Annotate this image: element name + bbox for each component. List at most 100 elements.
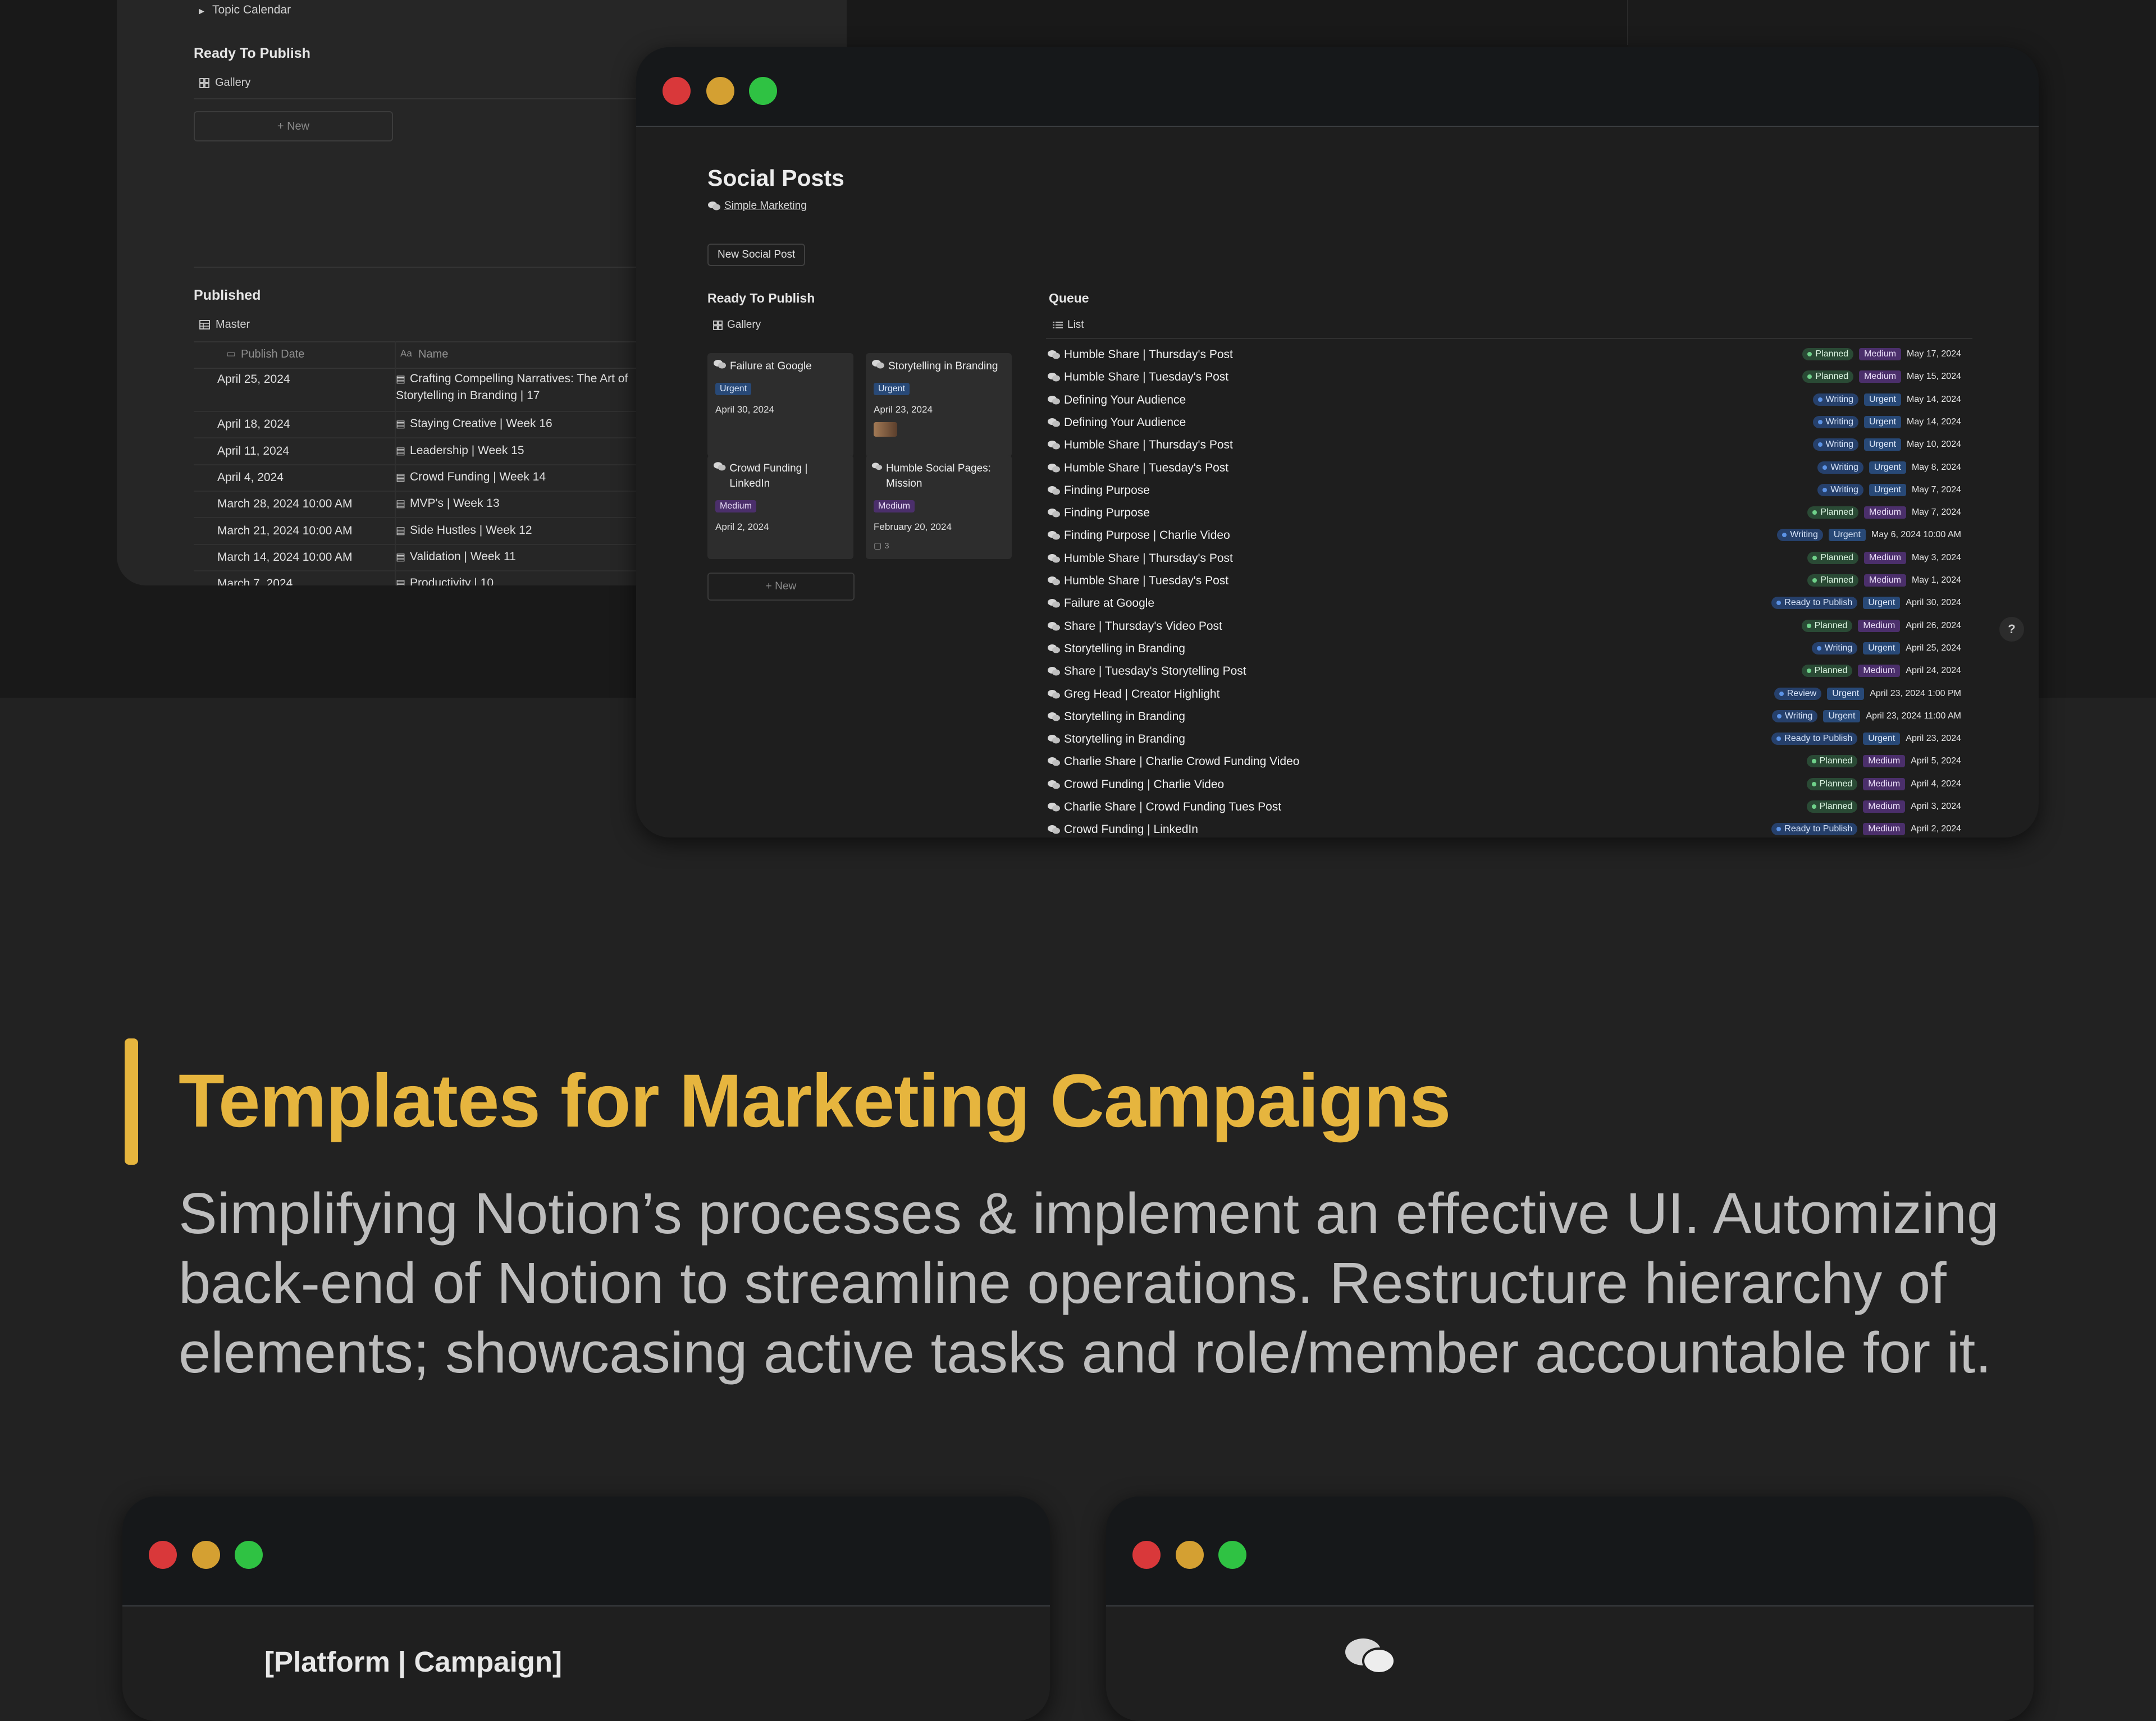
speech-bubbles-icon — [1048, 644, 1060, 653]
speech-bubbles-icon — [1048, 599, 1060, 608]
queue-item[interactable]: Share | Tuesday's Storytelling Post Plann… — [1047, 660, 1961, 683]
queue-item[interactable]: Humble Share | Thursday's Post Planned Med… — [1047, 547, 1961, 570]
minimize-window-button[interactable] — [706, 77, 734, 105]
queue-item[interactable]: Finding Purpose Writing Urgent May 7, 2024 — [1047, 479, 1961, 502]
maximize-window-button[interactable] — [1218, 1541, 1246, 1569]
queue-item[interactable]: Charlie Share | Charlie Crowd Funding Vi… — [1047, 750, 1961, 773]
queue-item[interactable]: Greg Head | Creator Highlight Review Urgen… — [1047, 683, 1961, 706]
name-cell[interactable]: ▤ Leadership | Week 15 — [396, 442, 643, 459]
social-posts-window: Social Posts Simple Marketing New Social… — [636, 47, 2039, 837]
new-social-post-button[interactable]: New Social Post — [707, 244, 806, 266]
status-dot — [1776, 713, 1782, 718]
status-badge: Writing — [1812, 415, 1859, 428]
publish-date: April 25, 2024 — [1906, 643, 1961, 653]
speech-bubbles-icon — [1048, 576, 1060, 585]
close-window-button[interactable] — [149, 1541, 177, 1569]
queue-item[interactable]: Defining Your Audience Writing Urgent May 1… — [1047, 411, 1961, 434]
queue-item[interactable]: Share | Thursday's Video Post Planned Medi… — [1047, 615, 1961, 638]
gallery-card[interactable]: Storytelling in Branding Urgent April 23… — [866, 353, 1012, 457]
priority-badge: Urgent — [1863, 642, 1901, 654]
queue-item[interactable]: Storytelling in Branding Ready to Publish… — [1047, 728, 1961, 750]
queue-item[interactable]: Storytelling in Branding Writing Urgent Apr… — [1047, 638, 1961, 660]
queue-item[interactable]: Humble Share | Tuesday's Post Planned Medi… — [1047, 366, 1961, 388]
gallery-card[interactable]: Failure at Google Urgent April 30, 2024 — [707, 353, 853, 457]
accent-bar — [125, 1038, 138, 1165]
card-date: April 30, 2024 — [715, 404, 774, 415]
queue-item[interactable]: Storytelling in Branding Writing Urgent Apr… — [1047, 706, 1961, 728]
name-cell[interactable]: ▤ Staying Creative | Week 16 — [396, 415, 643, 432]
queue-item-title: Humble Share | Thursday's Post — [1064, 348, 1233, 361]
name-cell[interactable]: ▤ Side Hustles | Week 12 — [396, 522, 643, 539]
status-dot — [1812, 555, 1817, 560]
queue-item[interactable]: Crowd Funding | LinkedIn Ready to Publish… — [1047, 818, 1961, 837]
help-button[interactable]: ? — [1999, 617, 2024, 642]
minimize-window-button[interactable] — [1176, 1541, 1204, 1569]
page-icon: ▤ — [396, 498, 406, 509]
status-dot — [1806, 669, 1811, 674]
queue-item[interactable]: Charlie Share | Crowd Funding Tues Post P… — [1047, 796, 1961, 818]
name-text: MVP's | Week 13 — [410, 497, 500, 510]
page-title: Social Posts — [707, 165, 844, 191]
breadcrumb-link[interactable]: Simple Marketing — [707, 200, 807, 212]
gallery-view-tab[interactable]: Gallery — [199, 76, 250, 89]
priority-badge: Medium — [1863, 777, 1906, 790]
gallery-card[interactable]: Crowd Funding | LinkedIn Medium April 2,… — [707, 455, 853, 559]
queue-item[interactable]: Failure at Google Ready to Publish Urgent A… — [1047, 592, 1961, 615]
status-dot — [1776, 827, 1782, 832]
speech-bubbles-icon — [1048, 780, 1060, 789]
publish-date: April 30, 2024 — [1906, 598, 1961, 608]
column-name[interactable]: Name — [418, 348, 448, 361]
queue-item-title: Defining Your Audience — [1064, 415, 1186, 429]
name-cell[interactable]: ▤ Crafting Compelling Narratives: The Art… — [396, 370, 643, 404]
list-view-tab[interactable]: List — [1053, 319, 1084, 331]
close-window-button[interactable] — [663, 77, 691, 105]
new-card-button[interactable]: + New — [707, 573, 855, 601]
ready-to-publish-heading: Ready To Publish — [194, 45, 310, 61]
maximize-window-button[interactable] — [235, 1541, 263, 1569]
gallery-view-tab[interactable]: Gallery — [713, 319, 761, 331]
maximize-window-button[interactable] — [749, 77, 777, 105]
queue-item[interactable]: Humble Share | Thursday's Post Planned Med… — [1047, 344, 1961, 366]
master-view-tab[interactable]: Master — [199, 318, 250, 331]
publish-date: April 5, 2024 — [1911, 756, 1961, 766]
queue-item[interactable]: Crowd Funding | Charlie Video Planned Medi… — [1047, 773, 1961, 796]
status-badge: Writing — [1777, 529, 1823, 542]
name-cell[interactable]: ▤ Productivity | 10 — [396, 575, 643, 585]
avatar — [874, 422, 897, 437]
queue-item-title: Humble Share | Tuesday's Post — [1064, 370, 1229, 384]
queue-item-title: Finding Purpose — [1064, 506, 1150, 520]
speech-bubbles-icon — [1048, 803, 1060, 812]
queue-item[interactable]: Finding Purpose | Charlie Video Writing Ur… — [1047, 524, 1961, 547]
new-item-button[interactable]: + New — [194, 111, 393, 141]
queue-item[interactable]: Finding Purpose Planned Medium May 7, 2024 — [1047, 502, 1961, 524]
name-text: Staying Creative | Week 16 — [410, 417, 552, 430]
topic-calendar-toggle[interactable]: ▶ Topic Calendar — [199, 3, 291, 17]
queue-item[interactable]: Humble Share | Tuesday's Post Planned Medi… — [1047, 570, 1961, 592]
queue-item[interactable]: Humble Share | Tuesday's Post Writing Urge… — [1047, 457, 1961, 479]
close-window-button[interactable] — [1132, 1541, 1161, 1569]
priority-badge: Medium — [715, 500, 756, 512]
name-cell[interactable]: ▤ Crowd Funding | Week 14 — [396, 469, 643, 486]
gallery-card[interactable]: Humble Social Pages: Mission Medium Febr… — [866, 455, 1012, 559]
card-title: Crowd Funding | LinkedIn — [729, 463, 808, 489]
queue-item[interactable]: Humble Share | Thursday's Post Writing Urg… — [1047, 434, 1961, 456]
status-badge: Planned — [1802, 348, 1854, 360]
publish-date-cell: April 4, 2024 — [217, 471, 284, 484]
name-cell[interactable]: ▤ MVP's | Week 13 — [396, 495, 643, 512]
card-title: Failure at Google — [730, 360, 812, 372]
speech-bubbles-icon — [1048, 350, 1060, 359]
name-cell[interactable]: ▤ Validation | Week 11 — [396, 548, 643, 565]
column-publish-date[interactable]: Publish Date — [241, 348, 304, 361]
priority-badge: Urgent — [1863, 733, 1901, 745]
name-text: Side Hustles | Week 12 — [410, 524, 532, 537]
template-title: [Platform | Campaign] — [264, 1646, 562, 1678]
minimize-window-button[interactable] — [192, 1541, 220, 1569]
queue-item[interactable]: Defining Your Audience Writing Urgent May 1… — [1047, 389, 1961, 411]
speech-bubbles-icon — [1048, 531, 1060, 540]
speech-bubbles-icon — [1048, 757, 1060, 766]
status-badge: Planned — [1802, 370, 1854, 383]
speech-bubbles-icon — [871, 463, 883, 470]
card-date: April 23, 2024 — [874, 404, 933, 415]
priority-badge: Medium — [1858, 619, 1901, 632]
ready-to-publish-heading: Ready To Publish — [707, 291, 815, 305]
